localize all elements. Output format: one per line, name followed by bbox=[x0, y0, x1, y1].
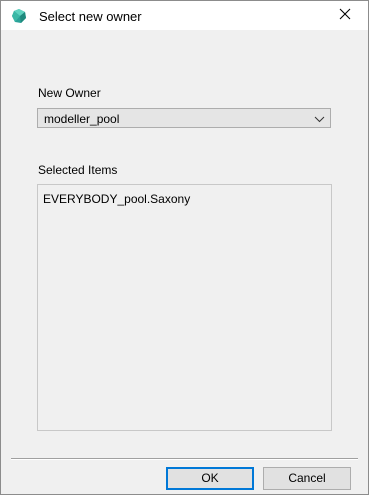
dialog-window: Select new owner New Owner modeller_pool… bbox=[0, 0, 369, 495]
new-owner-label: New Owner bbox=[38, 86, 101, 100]
list-item[interactable]: EVERYBODY_pool.Saxony bbox=[43, 192, 190, 206]
cancel-button[interactable]: Cancel bbox=[263, 467, 351, 490]
app-icon bbox=[11, 8, 27, 24]
new-owner-value: modeller_pool bbox=[44, 112, 120, 126]
footer-divider bbox=[11, 458, 358, 460]
new-owner-select[interactable]: modeller_pool bbox=[37, 108, 331, 128]
ok-button[interactable]: OK bbox=[166, 467, 254, 490]
selected-items-label: Selected Items bbox=[38, 163, 118, 177]
close-icon bbox=[339, 8, 351, 23]
dialog-body: New Owner modeller_pool Selected Items E… bbox=[1, 30, 368, 494]
close-button[interactable] bbox=[322, 1, 368, 30]
window-title: Select new owner bbox=[39, 9, 142, 24]
chevron-down-icon bbox=[314, 113, 325, 123]
title-bar: Select new owner bbox=[1, 1, 368, 30]
selected-items-list[interactable]: EVERYBODY_pool.Saxony bbox=[37, 184, 332, 431]
